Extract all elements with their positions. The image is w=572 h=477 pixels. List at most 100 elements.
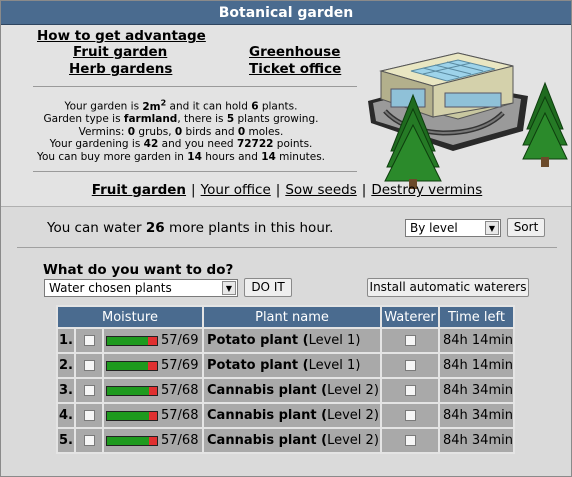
time-left: 84h 34min (440, 379, 513, 402)
header-moisture[interactable]: Moisture (58, 307, 202, 327)
nav-ticket-office[interactable]: Ticket office (249, 61, 341, 77)
row-select-cell (76, 329, 102, 352)
time-left: 84h 14min (440, 354, 513, 377)
waterer-checkbox[interactable] (404, 410, 416, 421)
moisture-bar-fill (107, 361, 149, 370)
waterer-cell (382, 329, 438, 352)
plant-name: Cannabis plant (207, 433, 317, 448)
nav-how-to-get-advantage[interactable]: How to get advantage (37, 28, 206, 44)
time-left: 84h 34min (440, 404, 513, 427)
moisture-value: 57/69 (161, 358, 199, 373)
plant-name-cell: Potato plant (Level 1) (204, 354, 380, 377)
garden-stats: Your garden is 2m2 and it can hold 6 pla… (1, 97, 361, 163)
plant-level-open: ( (298, 333, 309, 348)
subnav-fruit-garden[interactable]: Fruit garden (92, 182, 186, 198)
table-row: 1. 57/69 Potato plant (Level 1) 84h 14min (58, 329, 513, 352)
moisture-cell: 57/69 (104, 329, 202, 352)
row-select-cell (76, 429, 102, 452)
chevron-down-icon: ▼ (485, 221, 499, 235)
plant-level: Level 2) (327, 433, 379, 448)
waterer-checkbox[interactable] (404, 385, 416, 396)
row-select-checkbox[interactable] (83, 335, 95, 346)
waterer-cell (382, 354, 438, 377)
install-waterers-button[interactable]: Install automatic waterers (367, 278, 529, 297)
water-info: You can water 26 more plants in this hou… (47, 220, 334, 236)
sort-select[interactable]: By level ▼ (405, 219, 501, 237)
table-row: 3. 57/68 Cannabis plant (Level 2) 84h 34min (58, 379, 513, 402)
moisture-value: 57/68 (161, 433, 199, 448)
plant-level-open: ( (316, 408, 328, 423)
header-plant-name[interactable]: Plant name (204, 307, 380, 327)
plant-name-cell: Potato plant (Level 1) (204, 329, 380, 352)
row-number: 2. (58, 354, 74, 377)
row-select-checkbox[interactable] (83, 385, 95, 396)
plant-level-open: ( (316, 383, 328, 398)
sub-navigation: Fruit garden | Your office | Sow seeds | Destr… (91, 182, 483, 198)
action-select[interactable]: Water chosen plants ▼ (44, 279, 238, 297)
plant-name: Cannabis plant (207, 383, 317, 398)
plant-level: Level 2) (327, 408, 379, 423)
table-row: 2. 57/69 Potato plant (Level 1) 84h 14min (58, 354, 513, 377)
moisture-cell: 57/68 (104, 404, 202, 427)
waterer-cell (382, 404, 438, 427)
moisture-bar (106, 385, 158, 396)
moisture-bar-fill (107, 336, 149, 345)
header-waterer[interactable]: Waterer (382, 307, 438, 327)
moisture-bar (106, 435, 158, 446)
divider (33, 171, 357, 172)
moisture-value: 57/68 (161, 408, 199, 423)
subnav-destroy-vermins[interactable]: Destroy vermins (371, 182, 482, 198)
nav-fruit-garden[interactable]: Fruit garden (73, 44, 167, 60)
garden-panel: You can water 26 more plants in this hou… (1, 206, 571, 476)
stat-vermins: Vermins: 0 grubs, 0 birds and 0 moles. (78, 125, 284, 138)
row-select-cell (76, 354, 102, 377)
plant-level: Level 2) (327, 383, 379, 398)
sort-button[interactable]: Sort (507, 218, 545, 237)
moisture-value: 57/69 (161, 333, 199, 348)
divider (17, 247, 557, 248)
action-question: What do you want to do? (43, 262, 234, 278)
moisture-bar-fill (107, 436, 149, 445)
moisture-value: 57/68 (161, 383, 199, 398)
plant-level-open: ( (316, 433, 328, 448)
waterer-checkbox[interactable] (404, 335, 416, 346)
moisture-cell: 57/68 (104, 379, 202, 402)
row-select-checkbox[interactable] (83, 410, 95, 421)
row-select-cell (76, 404, 102, 427)
row-number: 4. (58, 404, 74, 427)
nav-greenhouse[interactable]: Greenhouse (249, 44, 340, 60)
waterer-checkbox[interactable] (404, 360, 416, 371)
subnav-your-office[interactable]: Your office (201, 182, 271, 198)
moisture-cell: 57/68 (104, 429, 202, 452)
subnav-sow-seeds[interactable]: Sow seeds (285, 182, 356, 198)
app-window: Botanical garden How to get advantage Fr… (0, 0, 572, 477)
row-select-cell (76, 379, 102, 402)
moisture-bar (106, 335, 158, 346)
plant-name: Potato plant (207, 358, 299, 373)
plant-name-cell: Cannabis plant (Level 2) (204, 429, 380, 452)
plant-level: Level 1) (308, 333, 361, 348)
window-title: Botanical garden (1, 1, 571, 25)
row-number: 3. (58, 379, 74, 402)
moisture-bar-fill (107, 411, 149, 420)
moisture-bar-fill (107, 386, 149, 395)
plants-table: Moisture Plant name Waterer Time left 1.… (56, 305, 515, 454)
nav-herb-gardens[interactable]: Herb gardens (69, 61, 172, 77)
row-select-checkbox[interactable] (83, 435, 95, 446)
time-left: 84h 34min (440, 429, 513, 452)
stat-buy-more: You can buy more garden in 14 hours and … (36, 150, 326, 163)
do-it-button[interactable]: DO IT (244, 278, 292, 297)
plant-name: Cannabis plant (207, 408, 317, 423)
moisture-bar (106, 410, 158, 421)
row-select-checkbox[interactable] (83, 360, 95, 371)
plant-level-open: ( (298, 358, 309, 373)
greenhouse-illustration (368, 52, 568, 189)
moisture-bar (106, 360, 158, 371)
waterer-checkbox[interactable] (404, 435, 416, 446)
table-row: 4. 57/68 Cannabis plant (Level 2) 84h 34min (58, 404, 513, 427)
plant-level: Level 1) (308, 358, 361, 373)
header-time-left[interactable]: Time left (440, 307, 513, 327)
chevron-down-icon: ▼ (222, 281, 236, 295)
waterer-cell (382, 429, 438, 452)
moisture-cell: 57/69 (104, 354, 202, 377)
